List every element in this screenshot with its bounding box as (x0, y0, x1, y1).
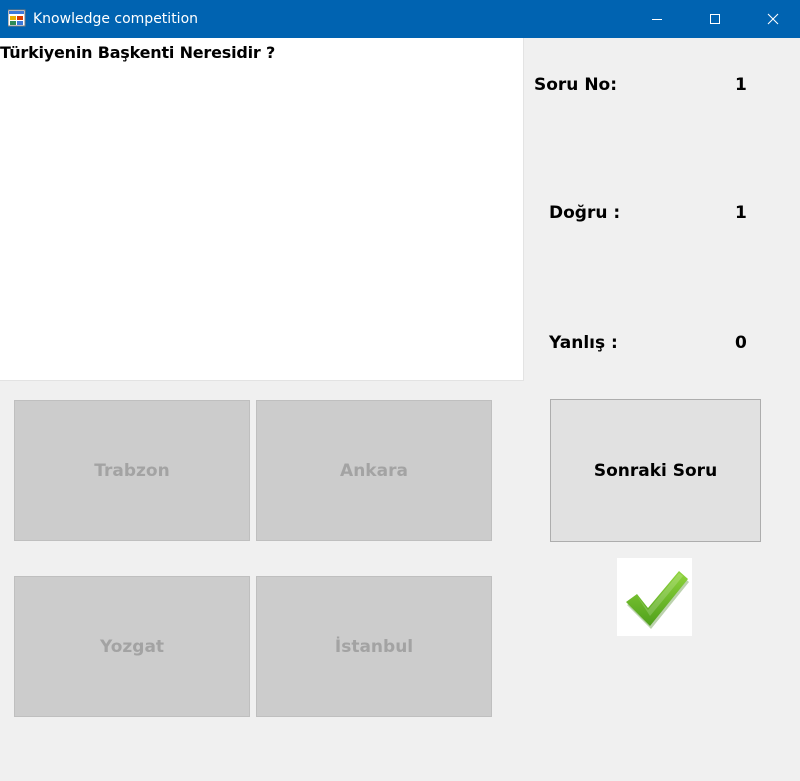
answer-button-1[interactable]: Trabzon (14, 400, 250, 541)
result-indicator (617, 558, 692, 636)
question-number-label: Soru No: (534, 75, 618, 95)
minimize-button[interactable] (628, 0, 686, 38)
window-title: Knowledge competition (33, 11, 199, 27)
answer-button-4[interactable]: İstanbul (256, 576, 492, 717)
wrong-count-label: Yanlış : (549, 333, 618, 353)
wrong-count-value: 0 (735, 333, 747, 353)
app-icon (7, 9, 26, 27)
question-panel: Türkiyenin Başkenti Neresidir ? (0, 38, 524, 381)
close-button[interactable] (744, 0, 800, 38)
correct-count-value: 1 (735, 203, 747, 223)
question-number-value: 1 (735, 75, 747, 95)
maximize-button[interactable] (686, 0, 744, 38)
minimize-icon (652, 19, 662, 20)
maximize-icon (710, 14, 720, 24)
close-icon (767, 13, 779, 25)
answer-button-2[interactable]: Ankara (256, 400, 492, 541)
green-checkmark-icon (626, 571, 689, 629)
correct-count-label: Doğru : (549, 203, 621, 223)
question-text: Türkiyenin Başkenti Neresidir ? (0, 43, 276, 62)
next-question-button[interactable]: Sonraki Soru (550, 399, 761, 542)
answer-button-3[interactable]: Yozgat (14, 576, 250, 717)
title-bar[interactable]: Knowledge competition (0, 0, 800, 38)
